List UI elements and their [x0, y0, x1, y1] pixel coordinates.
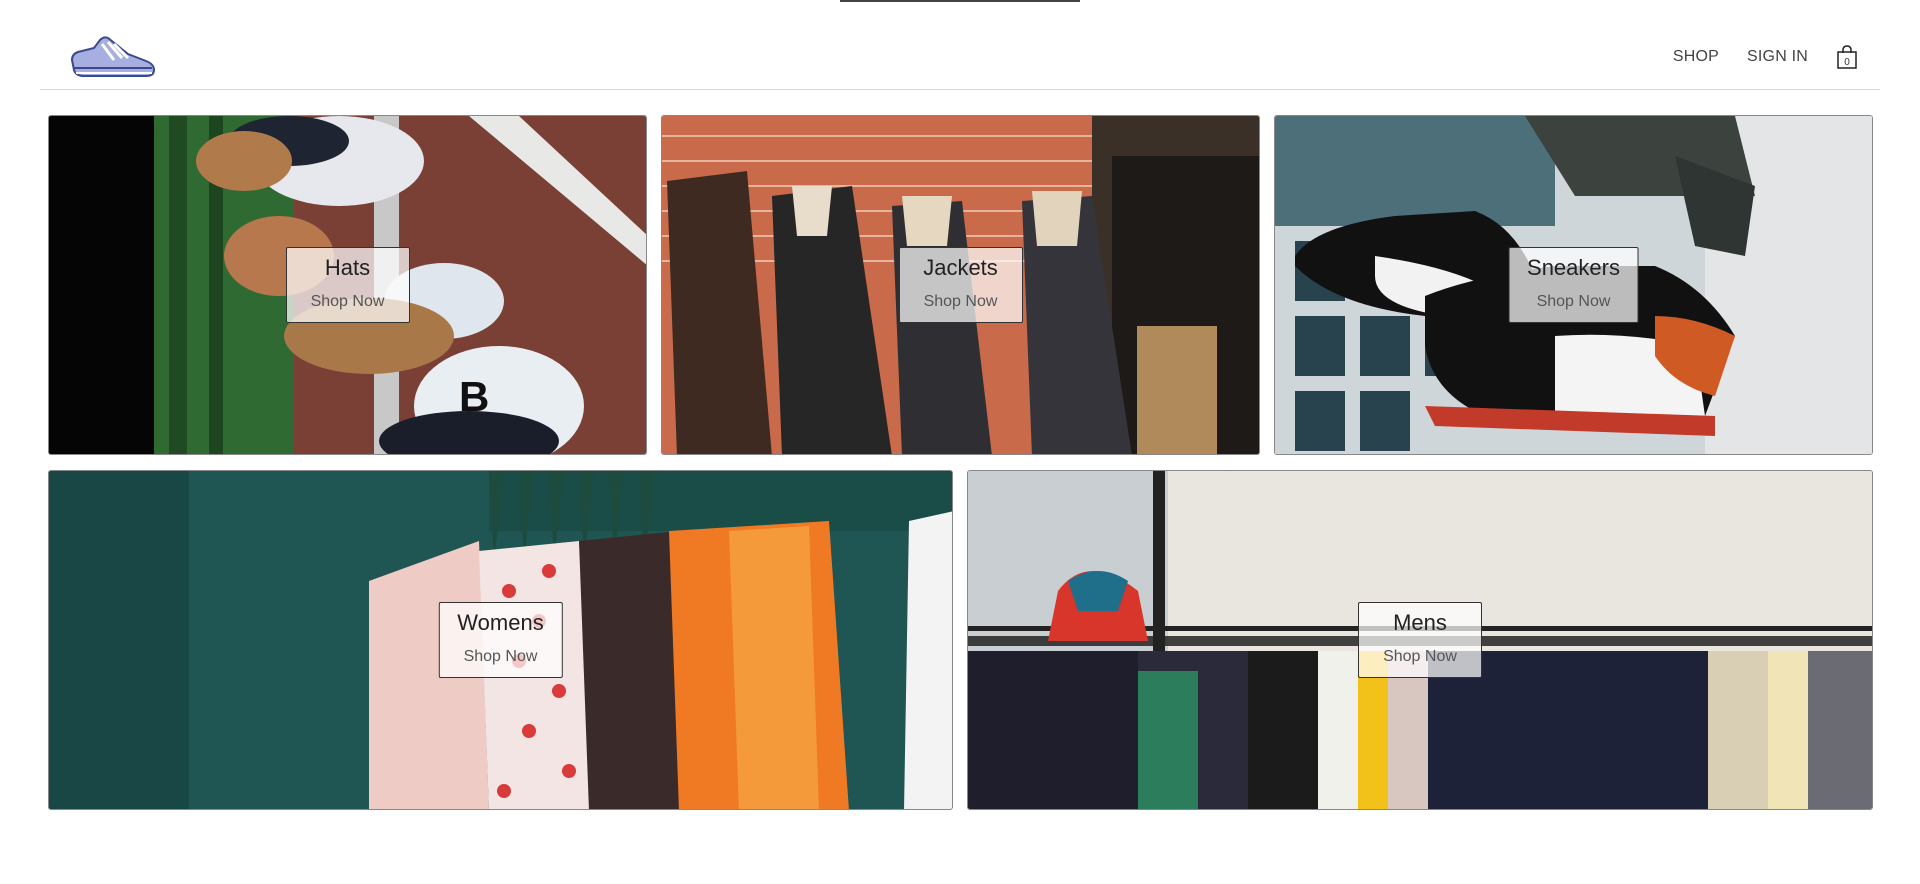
category-tile-womens[interactable]: Womens Shop Now — [48, 470, 953, 810]
category-tile-jackets[interactable]: Jackets Shop Now — [661, 115, 1260, 455]
cart-count: 0 — [1844, 57, 1850, 68]
category-title: Sneakers — [1527, 255, 1620, 280]
shop-now-link[interactable]: Shop Now — [305, 290, 391, 314]
category-title: Mens — [1393, 610, 1447, 635]
category-tile-hats[interactable]: B Hats Shop Now — [48, 115, 647, 455]
shop-now-link[interactable]: Shop Now — [918, 290, 1004, 314]
shop-now-link[interactable]: Shop Now — [457, 645, 543, 669]
sneakers-label-box[interactable]: Sneakers Shop Now — [1508, 247, 1639, 323]
category-title: Hats — [324, 255, 371, 280]
top-border-accent — [840, 0, 1080, 2]
shop-now-link[interactable]: Shop Now — [1527, 290, 1620, 314]
main-nav: SHOP SIGN IN 0 — [1673, 44, 1858, 70]
jackets-label-box[interactable]: Jackets Shop Now — [898, 247, 1023, 323]
category-tile-sneakers[interactable]: Sneakers Shop Now — [1274, 115, 1873, 455]
sneaker-logo-icon[interactable] — [66, 30, 156, 80]
womens-label-box[interactable]: Womens Shop Now — [438, 602, 563, 678]
category-title: Jackets — [923, 255, 998, 280]
shopping-bag-icon[interactable]: 0 — [1836, 44, 1858, 70]
nav-sign-in-link[interactable]: SIGN IN — [1747, 48, 1808, 66]
hats-label-box[interactable]: Hats Shop Now — [285, 247, 410, 323]
mens-label-box[interactable]: Mens Shop Now — [1358, 602, 1482, 678]
category-tile-mens[interactable]: Mens Shop Now — [967, 470, 1873, 810]
category-title: Womens — [457, 610, 544, 635]
svg-text:B: B — [459, 373, 489, 420]
shop-now-link[interactable]: Shop Now — [1377, 645, 1463, 669]
site-header: SHOP SIGN IN 0 — [40, 20, 1880, 90]
nav-shop-link[interactable]: SHOP — [1673, 48, 1719, 66]
